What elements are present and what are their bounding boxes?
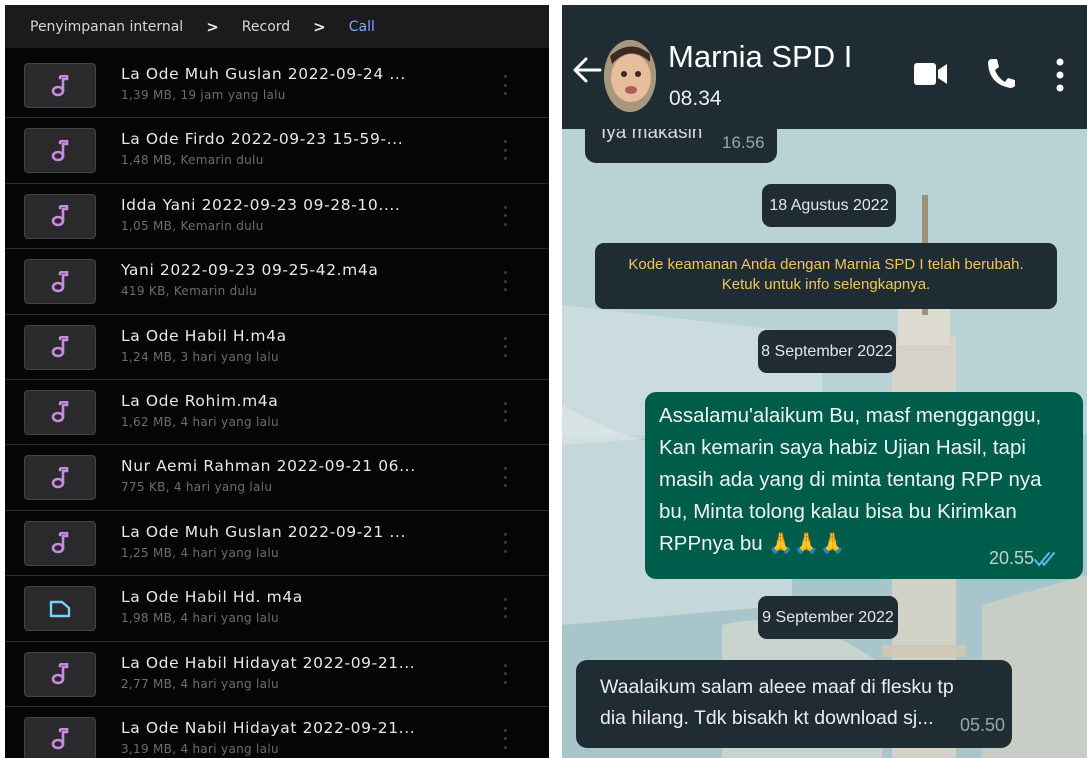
file-meta: 1,25 MB, 4 hari yang lalu: [121, 545, 279, 560]
file-options-icon[interactable]: [499, 271, 511, 292]
more-options-icon[interactable]: [1055, 57, 1065, 93]
file-options-icon[interactable]: [499, 401, 511, 422]
file-name: La Ode Muh Guslan 2022-09-24 ...: [121, 65, 406, 83]
message-time: 05.50: [960, 715, 1006, 735]
panel-divider: [549, 0, 562, 758]
video-call-icon[interactable]: [914, 61, 948, 87]
file-options-icon[interactable]: [499, 205, 511, 226]
contact-avatar[interactable]: [604, 40, 656, 112]
file-meta: 3,19 MB, 4 hari yang lalu: [121, 741, 279, 756]
file-thumbnail: [24, 520, 96, 566]
file-name: Yani 2022-09-23 09-25-42.m4a: [121, 261, 379, 280]
breadcrumb-separator: >: [313, 17, 326, 36]
file-meta: 1,39 MB, 19 jam yang lalu: [121, 88, 286, 102]
file-meta: 419 KB, Kemarin dulu: [121, 284, 257, 299]
file-options-icon[interactable]: [499, 336, 511, 357]
file-row[interactable]: La Ode Muh Guslan 2022-09-24 ... 1,39 MB,…: [5, 53, 549, 119]
read-receipt-icon: [1034, 552, 1055, 567]
breadcrumb-call[interactable]: Call: [349, 19, 375, 35]
message-list: Iya makasih 16.56 18 Agustus 2022 Kode k…: [562, 119, 1087, 758]
file-icon: [49, 600, 71, 617]
breadcrumb-internal-storage[interactable]: Penyimpanan internal: [30, 19, 183, 35]
contact-status: 08.34: [669, 87, 722, 110]
music-note-icon: [51, 663, 69, 685]
file-list: La Ode Muh Guslan 2022-09-24 ... 1,39 MB,…: [5, 53, 549, 758]
breadcrumb: Penyimpanan internal > Record > Call: [5, 5, 549, 48]
file-thumbnail: [24, 193, 96, 239]
music-note-icon: [51, 270, 69, 292]
file-row[interactable]: Yani 2022-09-23 09-25-42.m4a 419 KB, Kema…: [5, 249, 549, 315]
file-options-icon[interactable]: [499, 663, 511, 684]
file-manager-panel: Penyimpanan internal > Record > Call La …: [5, 5, 549, 758]
file-thumbnail: [24, 716, 96, 758]
file-meta: 1,48 MB, Kemarin dulu: [121, 153, 264, 168]
date-separator: 9 September 2022: [758, 596, 898, 639]
file-thumbnail: [24, 389, 96, 435]
file-row[interactable]: La Ode Muh Guslan 2022-09-21 ... 1,25 MB,…: [5, 511, 549, 577]
music-note-icon: [51, 74, 69, 96]
file-name: La Ode Habil Hd. m4a: [121, 588, 303, 607]
message-time: 20.55: [989, 548, 1035, 568]
back-arrow-icon[interactable]: [572, 57, 602, 83]
file-options-icon[interactable]: [499, 140, 511, 161]
file-row[interactable]: La Ode Habil Hidayat 2022-09-21... 2,77 M…: [5, 642, 549, 707]
file-meta: 2,77 MB, 4 hari yang lalu: [121, 676, 279, 691]
file-thumbnail: [24, 324, 96, 370]
file-thumbnail: [24, 259, 96, 305]
file-name: Idda Yani 2022-09-23 09-28-10....: [121, 195, 401, 214]
music-note-icon: [51, 401, 69, 423]
file-name: La Ode Firdo 2022-09-23 15-59-...: [121, 130, 404, 149]
file-name: La Ode Muh Guslan 2022-09-21 ...: [121, 522, 406, 541]
file-options-icon[interactable]: [499, 598, 511, 619]
music-note-icon: [51, 336, 69, 358]
file-row[interactable]: La Ode Rohim.m4a 1,62 MB, 4 hari yang lal…: [5, 380, 549, 446]
chat-header: Marnia SPD I 08.34: [562, 5, 1087, 129]
avatar-photo-icon: [604, 40, 656, 112]
date-separator: 8 September 2022: [758, 330, 896, 373]
file-row[interactable]: La Ode Habil H.m4a 1,24 MB, 3 hari yang l…: [5, 315, 549, 380]
music-note-icon: [51, 532, 69, 554]
file-row[interactable]: La Ode Firdo 2022-09-23 15-59-... 1,48 MB…: [5, 118, 549, 184]
file-name: La Ode Rohim.m4a: [121, 391, 279, 410]
contact-name[interactable]: Marnia SPD I: [668, 39, 852, 75]
message-incoming[interactable]: Waalaikum salam aleee maaf di flesku tp …: [576, 660, 1012, 748]
message-time: 16.56: [722, 133, 765, 152]
breadcrumb-record[interactable]: Record: [242, 19, 290, 35]
voice-call-icon[interactable]: [986, 57, 1016, 89]
message-text: Assalamu'alaikum Bu, masf mengganggu, Ka…: [659, 404, 1042, 555]
file-name: La Ode Habil H.m4a: [121, 326, 287, 345]
file-thumbnail: [24, 651, 96, 697]
chat-panel: Marnia SPD I 08.34 Iya makasih 16.56 18 …: [562, 5, 1087, 758]
file-thumbnail: [24, 586, 96, 632]
file-thumbnail: [24, 63, 96, 108]
breadcrumb-separator: >: [206, 17, 219, 36]
file-name: Nur Aemi Rahman 2022-09-21 06...: [121, 457, 416, 476]
file-thumbnail: [24, 128, 96, 174]
file-options-icon[interactable]: [499, 467, 511, 488]
file-row[interactable]: La Ode Habil Hd. m4a 1,98 MB, 4 hari yang…: [5, 576, 549, 642]
music-note-icon: [51, 139, 69, 162]
file-row[interactable]: Nur Aemi Rahman 2022-09-21 06... 775 KB, …: [5, 445, 549, 511]
file-meta: 1,62 MB, 4 hari yang lalu: [121, 414, 279, 429]
file-options-icon[interactable]: [499, 75, 511, 95]
message-outgoing[interactable]: Assalamu'alaikum Bu, masf mengganggu, Ka…: [645, 392, 1083, 579]
file-row[interactable]: Idda Yani 2022-09-23 09-28-10.... 1,05 MB…: [5, 184, 549, 250]
file-meta: 775 KB, 4 hari yang lalu: [121, 480, 273, 495]
file-meta: 1,05 MB, Kemarin dulu: [121, 218, 264, 233]
music-note-icon: [51, 466, 69, 489]
file-options-icon[interactable]: [499, 532, 511, 553]
file-name: La Ode Habil Hidayat 2022-09-21...: [121, 653, 416, 672]
file-row[interactable]: La Ode Nabil Hidayat 2022-09-21... 3,19 M…: [5, 707, 549, 758]
file-name: La Ode Nabil Hidayat 2022-09-21...: [121, 718, 416, 737]
file-options-icon[interactable]: [499, 728, 511, 749]
date-separator: 18 Agustus 2022: [762, 184, 896, 227]
file-meta: 1,24 MB, 3 hari yang lalu: [121, 349, 279, 364]
music-note-icon: [51, 205, 69, 227]
file-thumbnail: [24, 455, 96, 501]
message-text: Waalaikum salam aleee maaf di flesku tp …: [600, 676, 954, 729]
music-note-icon: [51, 728, 69, 750]
security-code-notice[interactable]: Kode keamanan Anda dengan Marnia SPD I t…: [595, 243, 1057, 309]
file-meta: 1,98 MB, 4 hari yang lalu: [121, 611, 279, 626]
